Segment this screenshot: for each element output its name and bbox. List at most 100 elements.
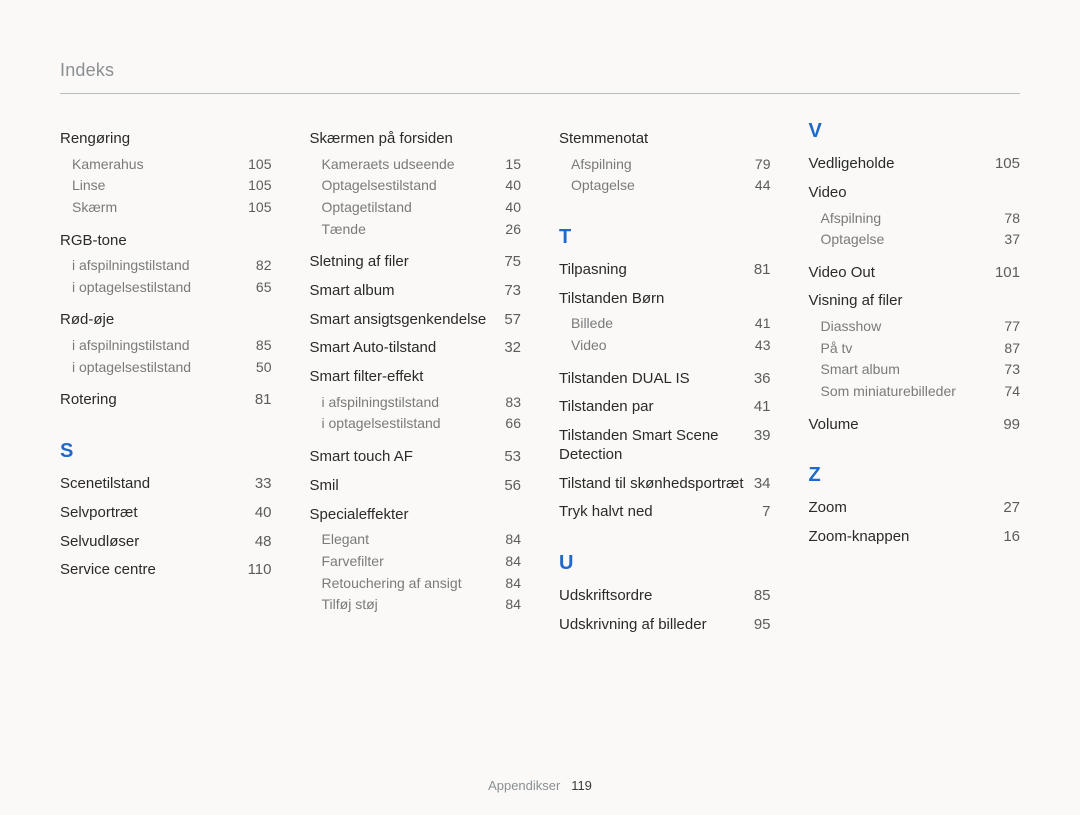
index-subentry[interactable]: i afspilningstilstand85 — [72, 336, 272, 356]
index-entry[interactable]: Selvudløser48 — [60, 533, 272, 552]
index-subentry[interactable]: Retouchering af ansigt84 — [322, 574, 522, 594]
index-entry[interactable]: Smart album73 — [310, 282, 522, 301]
index-group-heading: Video — [809, 184, 1021, 203]
index-subentry-label: Afspilning — [821, 209, 882, 229]
index-subentry[interactable]: Tilføj støj84 — [322, 595, 522, 615]
index-entry[interactable]: Volume99 — [809, 416, 1021, 435]
index-entry[interactable]: Sletning af filer 75 — [310, 253, 522, 272]
index-entry[interactable]: Zoom27 — [809, 499, 1021, 518]
index-entry[interactable]: Udskrivning af billeder95 — [559, 616, 771, 635]
index-subentry-label: Linse — [72, 176, 105, 196]
index-entry[interactable]: Udskriftsordre85 — [559, 587, 771, 606]
index-subentry[interactable]: Linse 105 — [72, 176, 272, 196]
index-group: StemmenotatAfspilning79Optagelse44 — [559, 130, 771, 196]
index-column: StemmenotatAfspilning79Optagelse44TTilpa… — [559, 120, 771, 645]
index-entry-page: 53 — [504, 448, 521, 467]
index-column: RengøringKamerahus105Linse105Skærm105RGB… — [60, 120, 272, 645]
index-subentry-page: 74 — [1004, 382, 1020, 402]
index-subentry[interactable]: Diasshow77 — [821, 317, 1021, 337]
index-column: Skærmen på forsidenKameraets udseende15O… — [310, 120, 522, 645]
index-entry-page: 101 — [995, 264, 1020, 283]
index-entry-label: Tilpasning — [559, 261, 627, 280]
index-subentry[interactable]: i optagelsestilstand50 — [72, 358, 272, 378]
index-entry-label: Smil — [310, 477, 339, 496]
index-subentry[interactable]: Smart album73 — [821, 360, 1021, 380]
index-subentry[interactable]: Video43 — [571, 336, 771, 356]
index-entry-page: 81 — [754, 261, 771, 280]
index-entry[interactable]: Vedligeholde105 — [809, 155, 1021, 174]
index-entry[interactable]: Service centre 110 — [60, 561, 272, 580]
index-entry-label: Smart album — [310, 282, 395, 301]
index-subentry[interactable]: i afspilningstilstand83 — [322, 393, 522, 413]
index-entry[interactable]: Video Out101 — [809, 264, 1021, 283]
index-subentry[interactable]: Afspilning79 — [571, 155, 771, 175]
index-subentry-page: 37 — [1004, 230, 1020, 250]
index-subentry[interactable]: i optagelsestilstand65 — [72, 278, 272, 298]
index-entry-label: Service centre — [60, 561, 156, 580]
index-entry[interactable]: Zoom-knappen16 — [809, 528, 1021, 547]
index-subentry[interactable]: i afspilningstilstand82 — [72, 256, 272, 276]
index-subentry[interactable]: i optagelsestilstand66 — [322, 414, 522, 434]
index-group-heading: Tilstanden Børn — [559, 290, 771, 309]
index-entry-label: Tilstanden Smart Scene Detection — [559, 427, 754, 465]
index-entry[interactable]: Tilpasning 81 — [559, 261, 771, 280]
index-entry[interactable]: Tilstanden Smart Scene Detection39 — [559, 427, 771, 465]
index-subentry-page: 66 — [505, 414, 521, 434]
index-entry-page: 81 — [255, 391, 272, 410]
index-entry[interactable]: Tilstand til skønhedsportræt34 — [559, 475, 771, 494]
index-group: Skærmen på forsidenKameraets udseende15O… — [310, 130, 522, 239]
index-group-heading: Specialeffekter — [310, 506, 522, 525]
index-subentry[interactable]: Farvefilter84 — [322, 552, 522, 572]
index-subentry[interactable]: På tv 87 — [821, 339, 1021, 359]
index-entry[interactable]: Scenetilstand33 — [60, 475, 272, 494]
index-subentry[interactable]: Elegant84 — [322, 530, 522, 550]
index-entry[interactable]: Smart Auto-tilstand32 — [310, 339, 522, 358]
index-entry[interactable]: Smart ansigtsgenkendelse57 — [310, 311, 522, 330]
index-entry[interactable]: Tilstanden DUAL IS36 — [559, 370, 771, 389]
index-subentry[interactable]: Afspilning 78 — [821, 209, 1021, 229]
index-entry-label: Scenetilstand — [60, 475, 150, 494]
index-entry[interactable]: Selvportræt40 — [60, 504, 272, 523]
index-entry-page: 36 — [754, 370, 771, 389]
index-subentry-page: 87 — [1004, 339, 1020, 359]
index-entry[interactable]: Smil56 — [310, 477, 522, 496]
index-subentry-label: Retouchering af ansigt — [322, 574, 462, 594]
index-subentry-label: Tænde — [322, 220, 366, 240]
index-column: VVedligeholde105VideoAfspilning78Optagel… — [809, 120, 1021, 645]
section-letter: U — [559, 552, 771, 575]
index-entry-page: 110 — [248, 561, 272, 580]
index-subentry-page: 105 — [248, 176, 271, 196]
index-subentry[interactable]: Billede41 — [571, 314, 771, 334]
index-subentry[interactable]: Kamerahus105 — [72, 155, 272, 175]
index-subentry-page: 41 — [755, 314, 771, 334]
index-subentry-label: Video — [571, 336, 607, 356]
index-subentry[interactable]: Optagelse37 — [821, 230, 1021, 250]
index-subentry[interactable]: Optagetilstand40 — [322, 198, 522, 218]
index-subentry-page: 78 — [1004, 209, 1020, 229]
index-group: Specialeffekter Elegant84Farvefilter84Ret… — [310, 506, 522, 615]
index-subentry[interactable]: Optagelsestilstand40 — [322, 176, 522, 196]
index-subentry[interactable]: Optagelse44 — [571, 176, 771, 196]
index-entry-page: 27 — [1003, 499, 1020, 518]
index-group-heading: Rød-øje — [60, 311, 272, 330]
page-footer: Appendikser 119 — [0, 778, 1080, 793]
index-subentry[interactable]: Kameraets udseende15 — [322, 155, 522, 175]
index-subentry-page: 26 — [505, 220, 521, 240]
index-subentry[interactable]: Som miniaturebilleder74 — [821, 382, 1021, 402]
index-entry-label: Sletning af filer — [310, 253, 409, 272]
index-subentry-label: Tilføj støj — [322, 595, 378, 615]
index-entry-label: Smart touch AF — [310, 448, 413, 467]
index-subentry[interactable]: Tænde 26 — [322, 220, 522, 240]
index-subentry[interactable]: Skærm105 — [72, 198, 272, 218]
index-subentry-page: 79 — [755, 155, 771, 175]
index-subentry-page: 84 — [505, 552, 521, 572]
index-group-heading: RGB-tone — [60, 232, 272, 251]
index-group-heading: Smart filter-effekt — [310, 368, 522, 387]
index-entry[interactable]: Tryk halvt ned7 — [559, 503, 771, 522]
index-subentry-label: På tv — [821, 339, 853, 359]
index-entry[interactable]: Smart touch AF 53 — [310, 448, 522, 467]
index-entry-page: 7 — [762, 503, 770, 522]
index-entry[interactable]: Rotering81 — [60, 391, 272, 410]
index-entry[interactable]: Tilstanden par41 — [559, 398, 771, 417]
index-entry-page: 75 — [504, 253, 521, 272]
